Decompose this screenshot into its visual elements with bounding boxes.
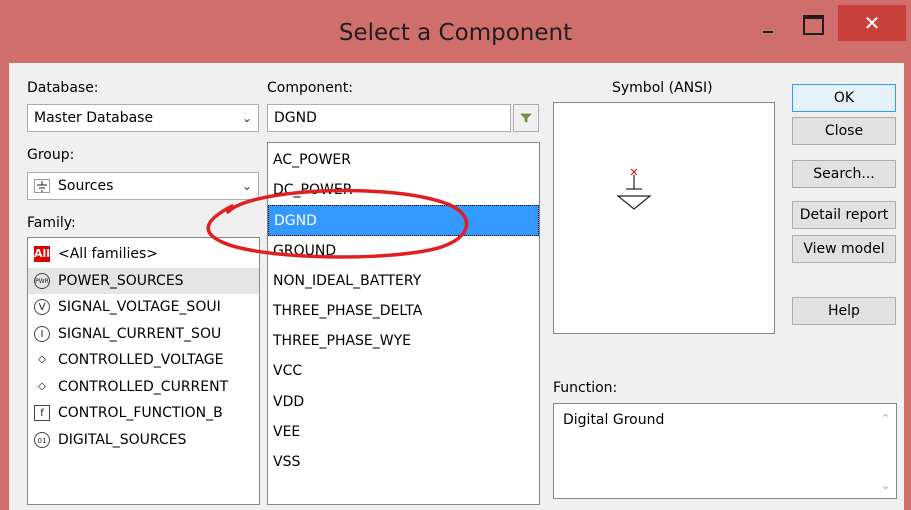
symbol-label: Symbol (ANSI) [612,80,713,96]
database-value: Master Database [34,110,154,126]
family-item-label: <All families> [58,246,158,262]
component-item[interactable]: AC_POWER [268,145,539,175]
family-item-controlled-voltage[interactable]: ◇ CONTROLLED_VOLTAGE [28,347,259,374]
ok-button[interactable]: OK [792,84,896,112]
chevron-down-icon: ⌄ [241,111,252,125]
digital-ground-symbol-icon [616,168,652,210]
family-item-controlled-current[interactable]: ◇ CONTROLLED_CURRENT [28,374,259,401]
component-item[interactable]: THREE_PHASE_WYE [268,326,539,356]
function-value: Digital Ground [563,412,665,428]
close-icon: ✕ [863,11,881,35]
digital-source-icon: 01 [34,431,50,448]
scroll-up-icon[interactable]: ⌃ [881,412,890,425]
controlled-voltage-icon: ◇ [38,354,46,365]
filter-icon [520,113,532,123]
scroll-down-icon[interactable]: ⌄ [881,479,890,492]
family-item-label: SIGNAL_VOLTAGE_SOUI [58,299,221,315]
description-scrollbar[interactable]: ⌃ ⌄ [878,404,896,498]
component-value: DGND [274,110,317,126]
control-function-icon: f [34,405,50,421]
family-list[interactable]: All <All families> PWR POWER_SOURCES V S… [27,237,260,505]
database-select[interactable]: Master Database ⌄ [27,104,259,132]
close-window-button[interactable]: ✕ [838,5,906,41]
family-item-label: CONTROLLED_CURRENT [58,378,229,395]
group-select[interactable]: Sources ⌄ [27,172,259,200]
family-item-control-function[interactable]: f CONTROL_FUNCTION_B [28,400,259,427]
component-item[interactable]: GROUND [268,236,539,266]
signal-voltage-icon: V [34,299,50,315]
function-label: Function: [553,380,618,396]
component-item[interactable]: NON_IDEAL_BATTERY [268,266,539,296]
component-item[interactable]: VSS [268,447,539,477]
minimize-button[interactable] [751,9,785,39]
family-item-label: CONTROL_FUNCTION_B [58,405,223,421]
component-item[interactable]: DC_POWER [268,175,539,205]
function-description: Digital Ground ⌃ ⌄ [553,403,897,499]
component-item[interactable]: VCC [268,356,539,386]
group-value: Sources [58,178,114,194]
component-item[interactable]: VEE [268,417,539,447]
help-button[interactable]: Help [792,297,896,325]
all-icon: All [34,246,51,262]
family-item-label: SIGNAL_CURRENT_SOU [58,325,222,342]
ground-symbol-icon [34,179,50,193]
database-label: Database: [27,80,99,96]
filter-button[interactable] [513,104,539,132]
search-button[interactable]: Search... [792,160,896,188]
family-item-power-sources[interactable]: PWR POWER_SOURCES [28,267,259,294]
family-item-label: POWER_SOURCES [58,272,184,289]
component-search-input[interactable]: DGND [267,104,511,132]
component-list[interactable]: AC_POWER DC_POWER DGND GROUND NON_IDEAL_… [267,142,540,505]
family-item-signal-voltage[interactable]: V SIGNAL_VOLTAGE_SOUI [28,294,259,321]
family-label: Family: [27,215,76,231]
signal-current-icon: I [34,325,50,342]
family-item-all[interactable]: All <All families> [28,241,259,268]
group-label: Group: [27,147,75,163]
component-label: Component: [267,80,353,96]
title-bar[interactable]: Select a Component ✕ [0,0,911,63]
symbol-preview [553,102,775,334]
power-source-icon: PWR [34,272,50,289]
component-item[interactable]: THREE_PHASE_DELTA [268,296,539,326]
family-item-label: CONTROLLED_VOLTAGE [58,352,224,368]
component-item[interactable]: VDD [268,387,539,417]
maximize-button[interactable] [793,9,827,39]
close-button[interactable]: Close [792,117,896,145]
family-item-digital-sources[interactable]: 01 DIGITAL_SOURCES [28,427,259,454]
family-item-signal-current[interactable]: I SIGNAL_CURRENT_SOU [28,321,259,348]
view-model-button[interactable]: View model [792,235,896,263]
detail-report-button[interactable]: Detail report [792,201,896,229]
chevron-down-icon: ⌄ [241,179,252,193]
component-item-selected[interactable]: DGND [268,205,539,236]
controlled-current-icon: ◇ [38,380,46,392]
family-item-label: DIGITAL_SOURCES [58,431,187,448]
